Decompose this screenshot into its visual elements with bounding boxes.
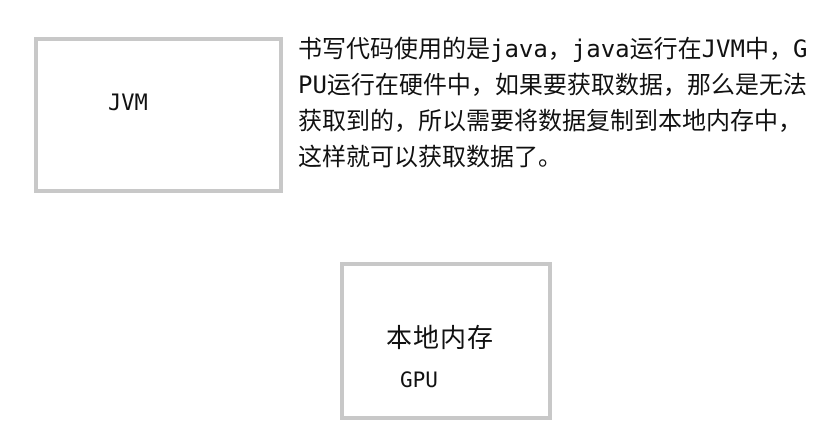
- jvm-label: JVM: [108, 91, 148, 116]
- description-text: 书写代码使用的是java，java运行在JVM中，GPU运行在硬件中，如果要获取…: [298, 35, 808, 171]
- jvm-box: JVM: [34, 37, 283, 193]
- local-memory-box: 本地内存 GPU: [340, 262, 552, 420]
- local-memory-label: 本地内存: [386, 324, 495, 354]
- gpu-label: GPU: [400, 368, 438, 392]
